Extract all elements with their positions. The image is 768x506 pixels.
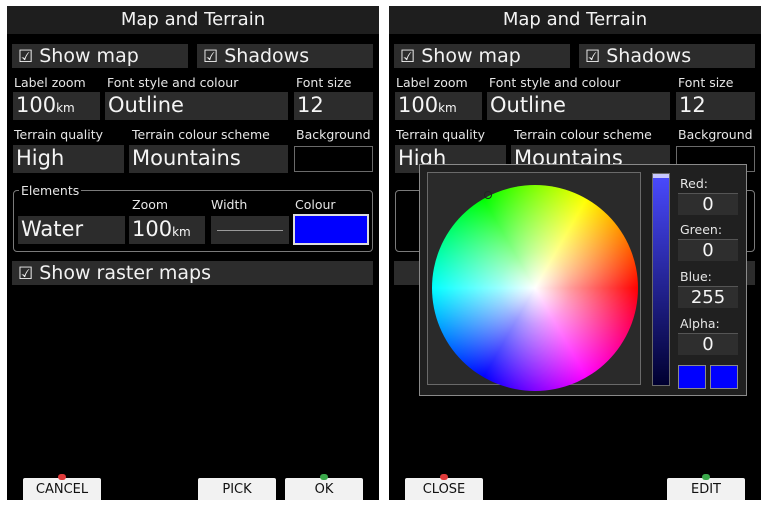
colour-label: Colour: [295, 197, 336, 212]
element-colour-swatch[interactable]: [293, 214, 369, 245]
green-marker-icon: [702, 474, 710, 480]
element-zoom-unit: km: [172, 225, 191, 239]
font-style-field[interactable]: Outline: [487, 92, 670, 120]
colour-wheel[interactable]: [432, 185, 638, 391]
close-button[interactable]: CLOSE: [405, 474, 483, 500]
brightness-slider[interactable]: [652, 173, 670, 386]
checkbox-checked-icon: ☑: [400, 47, 416, 67]
brightness-slider-thumb[interactable]: [653, 174, 669, 178]
checkbox-checked-icon: ☑: [203, 47, 219, 67]
label-zoom-unit: km: [438, 101, 457, 115]
original-colour-preview: [678, 365, 706, 389]
line-width-sample: [217, 230, 283, 231]
element-zoom-field[interactable]: 100km: [129, 216, 205, 244]
font-size-field[interactable]: 12: [294, 92, 373, 120]
cancel-button-label: CANCEL: [35, 482, 89, 497]
element-zoom-value: 100: [132, 217, 173, 241]
blue-label: Blue:: [680, 269, 712, 284]
brightness-gradient: [653, 174, 669, 385]
label-zoom-field[interactable]: 100km: [13, 92, 100, 120]
ok-button-label: OK: [314, 482, 334, 497]
label-zoom-value: 100: [16, 93, 57, 117]
green-input[interactable]: 0: [678, 239, 738, 261]
map-terrain-screen-right: Map and Terrain ☑ Show map ☑ Shadows Label…: [389, 6, 761, 500]
alpha-input[interactable]: 0: [678, 333, 738, 355]
checkbox-checked-icon: ☑: [18, 264, 34, 284]
pick-button[interactable]: PICK: [198, 478, 276, 500]
edit-button-label: EDIT: [691, 482, 721, 497]
font-size-label: Font size: [678, 75, 734, 90]
width-label: Width: [211, 197, 248, 212]
font-style-field[interactable]: Outline: [105, 92, 288, 120]
font-size-field[interactable]: 12: [676, 92, 755, 120]
show-map-checkbox[interactable]: ☑ Show map: [394, 44, 570, 68]
label-zoom-field[interactable]: 100km: [395, 92, 482, 120]
edit-button[interactable]: EDIT: [667, 474, 745, 500]
font-style-label: Font style and colour: [107, 75, 239, 90]
terrain-colour-field[interactable]: Mountains: [129, 145, 288, 173]
colour-wheel-frame: [427, 172, 641, 391]
checkbox-checked-icon: ☑: [585, 47, 601, 67]
green-label: Green:: [680, 222, 723, 237]
terrain-colour-label: Terrain colour scheme: [514, 127, 652, 142]
element-type-field[interactable]: Water: [18, 216, 125, 244]
checkbox-checked-icon: ☑: [18, 47, 34, 67]
close-button-label: CLOSE: [422, 482, 466, 497]
label-zoom-unit: km: [56, 101, 75, 115]
show-raster-maps-checkbox[interactable]: ☑ Show raster maps: [12, 261, 373, 285]
show-map-checkbox[interactable]: ☑ Show map: [12, 44, 188, 68]
page-title: Map and Terrain: [389, 6, 761, 34]
alpha-label: Alpha:: [680, 316, 720, 331]
shadows-label: Shadows: [606, 45, 692, 67]
ok-button[interactable]: OK: [285, 474, 363, 500]
label-zoom-label: Label zoom: [396, 75, 468, 90]
map-terrain-screen-left: Map and Terrain ☑ Show map ☑ Shadows Label…: [7, 6, 379, 500]
shadows-label: Shadows: [224, 45, 310, 67]
shadows-checkbox[interactable]: ☑ Shadows: [579, 44, 755, 68]
shadows-checkbox[interactable]: ☑ Shadows: [197, 44, 373, 68]
background-label: Background: [678, 127, 753, 142]
background-field[interactable]: [294, 146, 373, 172]
label-zoom-label: Label zoom: [14, 75, 86, 90]
red-input[interactable]: 0: [678, 193, 738, 215]
label-zoom-value: 100: [398, 93, 439, 117]
show-map-label: Show map: [421, 45, 521, 67]
new-colour-preview: [710, 365, 738, 389]
terrain-quality-label: Terrain quality: [396, 127, 486, 142]
show-map-label: Show map: [39, 45, 139, 67]
colour-picker-dialog: Red: 0 Green: 0 Blue: 255 Alpha: 0: [419, 164, 747, 396]
red-marker-icon: [440, 474, 448, 480]
terrain-quality-field[interactable]: High: [13, 145, 124, 173]
blue-input[interactable]: 255: [678, 286, 738, 308]
green-marker-icon: [320, 474, 328, 480]
pick-button-label: PICK: [222, 482, 252, 497]
background-label: Background: [296, 127, 371, 142]
zoom-label: Zoom: [132, 197, 169, 212]
element-width-field[interactable]: [211, 216, 289, 244]
terrain-colour-label: Terrain colour scheme: [132, 127, 270, 142]
show-raster-maps-label: Show raster maps: [39, 262, 212, 284]
font-style-label: Font style and colour: [489, 75, 621, 90]
red-marker-icon: [58, 474, 66, 480]
font-size-label: Font size: [296, 75, 352, 90]
red-label: Red:: [680, 176, 708, 191]
page-title: Map and Terrain: [7, 6, 379, 34]
elements-group-label: Elements: [19, 183, 82, 198]
colour-wheel-cursor[interactable]: [484, 191, 492, 199]
terrain-quality-label: Terrain quality: [14, 127, 104, 142]
cancel-button[interactable]: CANCEL: [23, 474, 101, 500]
